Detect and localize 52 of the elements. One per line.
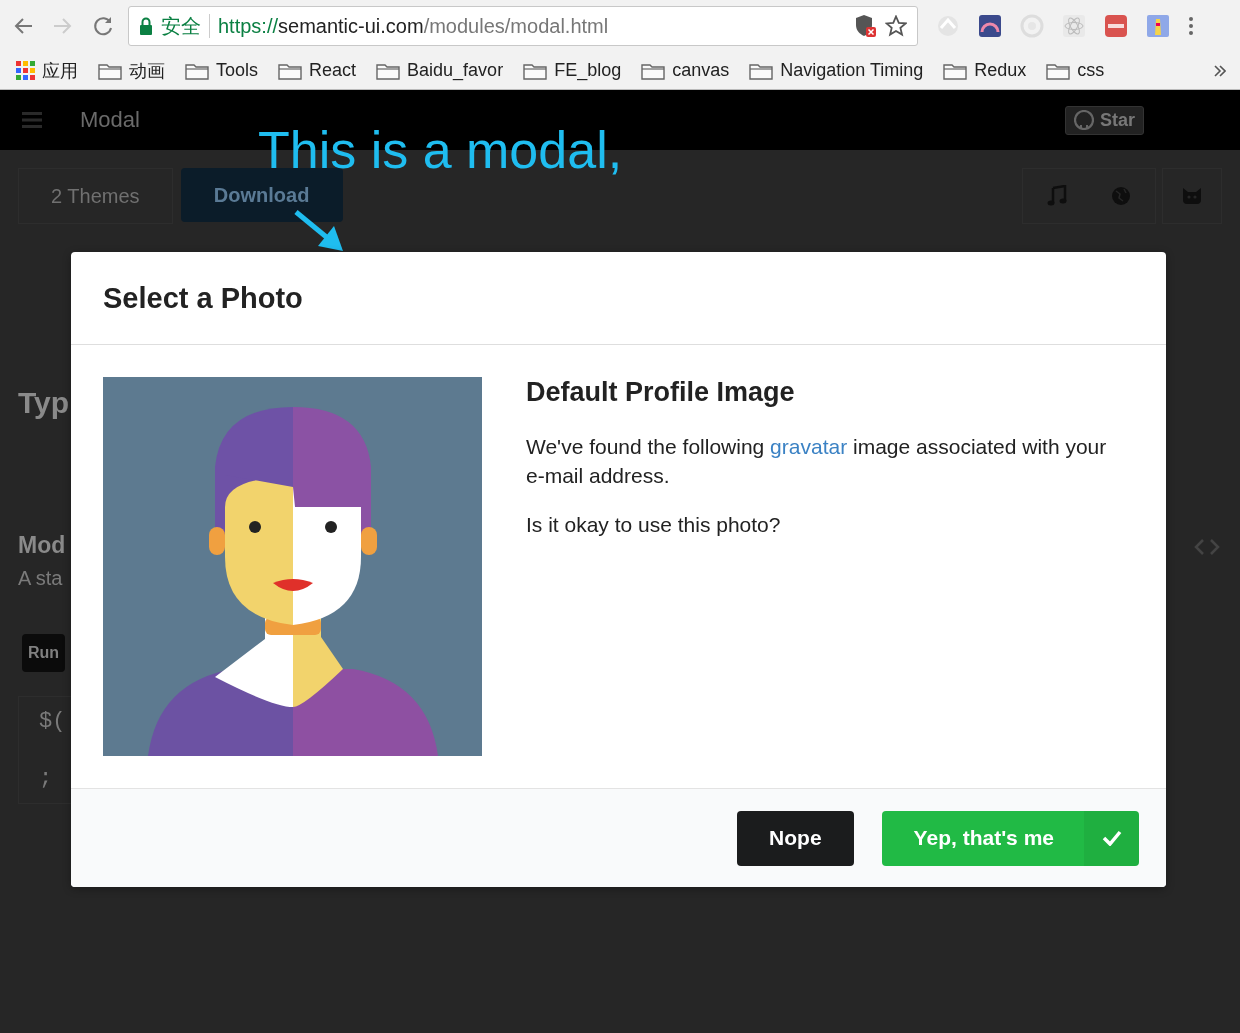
bookmark-item[interactable]: FE_blog xyxy=(523,60,622,81)
security-label: 安全 xyxy=(161,13,201,39)
bookmark-item[interactable]: Tools xyxy=(185,60,259,81)
message-text: We've found the following gravatar image associated with your e-mail address. xyxy=(526,434,1108,489)
section-heading: Typ xyxy=(18,386,70,420)
bookmark-item[interactable]: React xyxy=(278,60,357,81)
folder-icon xyxy=(376,61,401,80)
nope-button[interactable]: Nope xyxy=(737,810,854,866)
more-menu-icon[interactable] xyxy=(1188,15,1194,37)
download-button[interactable]: Download xyxy=(180,168,343,222)
code-icon[interactable] xyxy=(1194,538,1220,556)
run-button[interactable]: Run xyxy=(22,634,66,672)
folder-icon xyxy=(278,61,303,80)
bookmark-item[interactable]: css xyxy=(1046,60,1105,81)
folder-icon xyxy=(943,61,968,80)
speedometer-icon[interactable] xyxy=(978,14,1002,38)
lock-icon xyxy=(139,17,153,35)
reload-icon[interactable] xyxy=(92,15,114,37)
bookmark-item[interactable]: 动画 xyxy=(98,58,165,83)
folder-icon xyxy=(749,61,774,80)
bookmark-item[interactable]: Redux xyxy=(943,60,1027,81)
atom-icon[interactable] xyxy=(1062,14,1086,38)
bookmark-item[interactable]: Navigation Timing xyxy=(749,60,924,81)
check-icon xyxy=(1101,830,1122,846)
modal-title: Select a Photo xyxy=(103,281,303,315)
content-heading: Default Profile Image xyxy=(526,377,796,408)
code-line: ; xyxy=(39,766,54,791)
github-icon xyxy=(1074,110,1094,130)
menu-icon[interactable] xyxy=(22,112,42,128)
lighthouse-icon[interactable] xyxy=(1146,14,1170,38)
example-heading: Mod xyxy=(18,532,66,559)
example-description: A sta xyxy=(18,567,63,590)
star-icon[interactable] xyxy=(885,15,907,37)
folder-icon xyxy=(523,61,548,80)
folder-icon xyxy=(1046,61,1071,80)
shield-icon[interactable] xyxy=(855,14,877,38)
bookmark-item[interactable]: Baidu_favor xyxy=(376,60,504,81)
question-text: Is it okay to use this photo? xyxy=(526,512,782,538)
bookmark-item[interactable]: canvas xyxy=(641,60,730,81)
star-button[interactable]: Star xyxy=(1065,105,1144,135)
folder-icon xyxy=(185,61,209,80)
folder-icon xyxy=(98,61,122,80)
bookmark-item[interactable]: 应用 xyxy=(16,58,78,83)
page-title: Modal xyxy=(80,107,140,133)
cors-icon[interactable] xyxy=(1104,14,1128,38)
pointer-arrow xyxy=(294,210,344,252)
apps-grid-icon xyxy=(16,61,35,80)
folder-icon xyxy=(641,61,666,80)
gravatar-link[interactable]: gravatar xyxy=(770,435,848,458)
url-field[interactable]: https://semantic-ui.com/modules/modal.html xyxy=(218,14,847,38)
code-line: $( xyxy=(39,709,67,734)
chevron-double-icon[interactable] xyxy=(1214,64,1226,77)
